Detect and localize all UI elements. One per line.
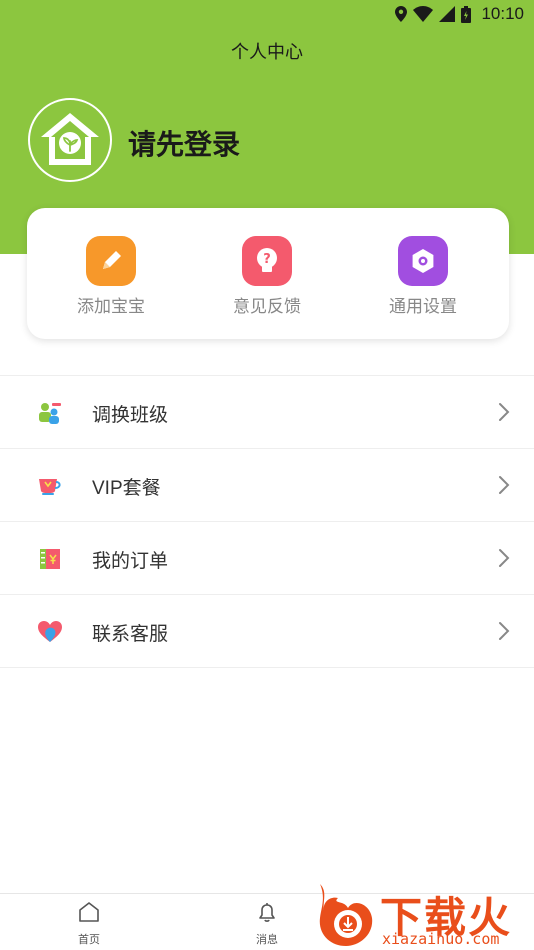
tab-label: 首页 <box>78 934 100 946</box>
watermark: 下载火 xiazaihuo.com <box>314 880 534 950</box>
quick-actions-card: 添加宝宝 ? 意见反馈 通用设置 <box>27 208 509 339</box>
order-ticket-icon <box>40 549 60 569</box>
login-prompt[interactable]: 请先登录 <box>128 123 240 163</box>
pencil-icon <box>86 236 136 286</box>
quick-action-label: 通用设置 <box>389 297 457 316</box>
quick-action-feedback[interactable]: ? 意见反馈 <box>207 236 327 317</box>
menu-item-label: 调换班级 <box>92 405 169 426</box>
chevron-right-icon <box>499 476 510 494</box>
quick-action-label: 意见反馈 <box>233 297 301 316</box>
home-icon <box>79 902 99 922</box>
switch-class-icon <box>39 403 61 424</box>
tab-label: 消息 <box>256 934 278 946</box>
house-sprout-icon <box>41 113 99 165</box>
wifi-icon <box>413 6 434 22</box>
tab-messages[interactable]: 消息 <box>237 900 297 947</box>
signal-icon <box>439 6 456 22</box>
chevron-right-icon <box>499 403 510 421</box>
page-title: 个人中心 <box>231 42 303 62</box>
customer-service-heart-icon <box>38 621 62 642</box>
menu-list: 调换班级 VIP套餐 我的订单 联系客服 <box>0 375 534 668</box>
quick-action-settings[interactable]: 通用设置 <box>363 236 483 317</box>
battery-icon <box>461 5 472 23</box>
status-icons: 10:10 <box>395 4 524 24</box>
menu-item-label: VIP套餐 <box>92 478 161 499</box>
lightbulb-icon: ? <box>242 236 292 286</box>
menu-item-vip[interactable]: VIP套餐 <box>0 449 534 522</box>
location-icon <box>395 6 408 22</box>
avatar[interactable] <box>28 98 112 182</box>
hexagon-settings-icon <box>398 236 448 286</box>
menu-item-label: 我的订单 <box>92 551 169 572</box>
tab-home[interactable]: 首页 <box>59 900 119 947</box>
status-time: 10:10 <box>481 4 524 23</box>
status-bar: 10:10 <box>0 0 534 28</box>
flame-logo-icon <box>319 884 373 946</box>
quick-action-label: 添加宝宝 <box>77 297 145 316</box>
quick-action-add-baby[interactable]: 添加宝宝 <box>51 236 171 317</box>
menu-item-label: 联系客服 <box>92 624 169 645</box>
svg-text:?: ? <box>263 252 271 267</box>
chevron-right-icon <box>499 622 510 640</box>
bell-icon <box>259 903 275 922</box>
menu-item-orders[interactable]: 我的订单 <box>0 522 534 595</box>
menu-item-customer-service[interactable]: 联系客服 <box>0 595 534 668</box>
chevron-right-icon <box>499 549 510 567</box>
watermark-url: xiazaihuo.com <box>382 930 500 948</box>
menu-item-switch-class[interactable]: 调换班级 <box>0 376 534 449</box>
vip-cup-icon <box>39 479 61 495</box>
